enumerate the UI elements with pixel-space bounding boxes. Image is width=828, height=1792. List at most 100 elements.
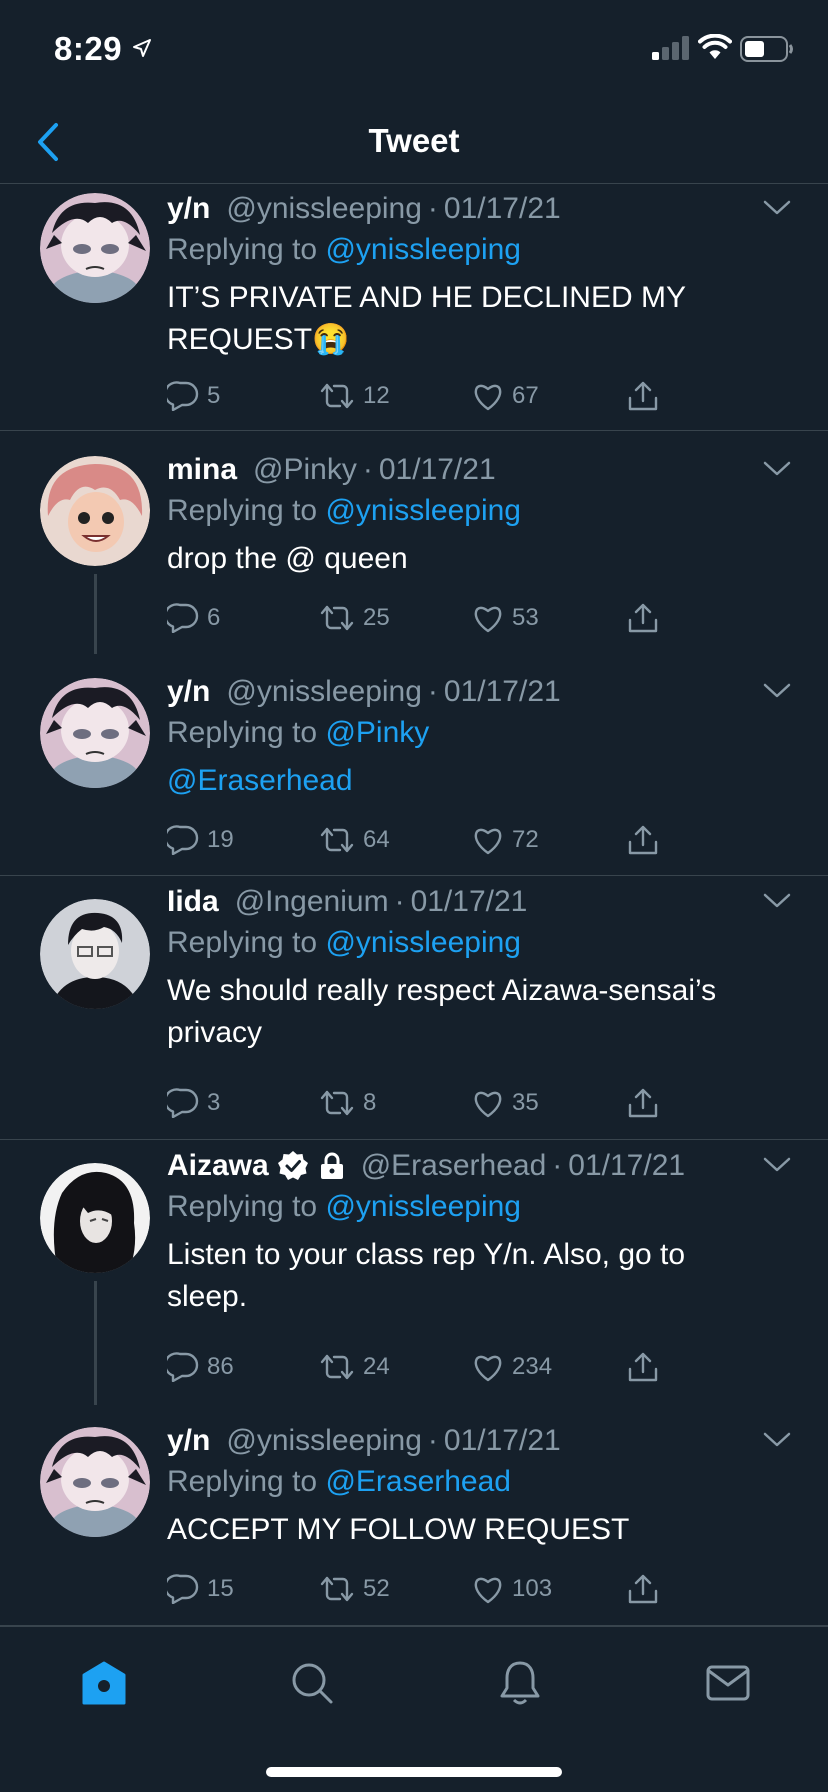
tweet-menu-button[interactable] bbox=[760, 1154, 794, 1176]
tweet[interactable]: mina @Pinky · 01/17/21 Replying to @ynis… bbox=[0, 432, 828, 654]
share-button[interactable] bbox=[627, 376, 667, 416]
reply-button[interactable]: 5 bbox=[167, 376, 220, 416]
tweet-text: ACCEPT MY FOLLOW REQUEST bbox=[167, 1513, 630, 1546]
share-button[interactable] bbox=[627, 598, 667, 638]
reply-to-link[interactable]: @Pinky bbox=[325, 716, 429, 749]
tweet[interactable]: Aizawa @Eraserhead · 01/17/21 Replying t… bbox=[0, 1141, 828, 1405]
share-button[interactable] bbox=[627, 1083, 667, 1123]
retweet-count: 8 bbox=[363, 1089, 377, 1116]
like-button[interactable]: 234 bbox=[472, 1347, 552, 1387]
retweet-button[interactable]: 12 bbox=[319, 376, 390, 416]
retweet-button[interactable]: 24 bbox=[319, 1347, 390, 1387]
tweet-text: Listen to your class rep Y/n. Also, go t… bbox=[167, 1238, 686, 1313]
retweet-button[interactable]: 25 bbox=[319, 598, 390, 638]
display-name[interactable]: y/n bbox=[167, 1423, 210, 1459]
like-count: 35 bbox=[512, 1089, 539, 1116]
reply-icon bbox=[167, 1088, 199, 1118]
reply-to-link[interactable]: @ynissleeping bbox=[325, 926, 521, 959]
chevron-down-icon bbox=[763, 461, 791, 476]
retweet-icon bbox=[320, 827, 354, 853]
tab-home[interactable] bbox=[74, 1653, 134, 1713]
user-handle[interactable]: @Pinky bbox=[253, 452, 357, 488]
avatar[interactable] bbox=[40, 1427, 150, 1537]
retweet-count: 64 bbox=[363, 826, 390, 853]
tweet-text[interactable]: @Eraserhead bbox=[167, 760, 767, 802]
chevron-down-icon bbox=[763, 200, 791, 215]
reply-icon bbox=[167, 825, 199, 855]
like-button[interactable]: 67 bbox=[472, 376, 539, 416]
retweet-count: 12 bbox=[363, 382, 390, 409]
tweet-menu-button[interactable] bbox=[760, 197, 794, 219]
share-icon bbox=[628, 1352, 658, 1382]
reply-to-link[interactable]: @ynissleeping bbox=[325, 1190, 521, 1223]
tweet[interactable]: y/n @ynissleeping · 01/17/21 Replying to… bbox=[0, 654, 828, 876]
reply-count: 6 bbox=[207, 604, 221, 631]
like-button[interactable]: 53 bbox=[472, 598, 539, 638]
reply-button[interactable]: 3 bbox=[167, 1083, 220, 1123]
like-count: 53 bbox=[512, 604, 539, 631]
retweet-button[interactable]: 64 bbox=[319, 820, 390, 860]
user-handle[interactable]: @ynissleeping bbox=[226, 191, 422, 227]
display-name[interactable]: mina bbox=[167, 452, 237, 488]
reply-button[interactable]: 86 bbox=[167, 1347, 234, 1387]
user-handle[interactable]: @Eraserhead bbox=[361, 1148, 547, 1184]
tab-search[interactable] bbox=[282, 1653, 342, 1713]
tweet-menu-button[interactable] bbox=[760, 680, 794, 702]
reply-icon bbox=[167, 1574, 199, 1604]
home-indicator[interactable] bbox=[266, 1767, 562, 1777]
like-button[interactable]: 103 bbox=[472, 1569, 552, 1609]
reply-to-link[interactable]: @ynissleeping bbox=[325, 494, 521, 527]
retweet-icon bbox=[320, 1354, 354, 1380]
reply-to-link[interactable]: @ynissleeping bbox=[325, 233, 521, 266]
user-handle[interactable]: @ynissleeping bbox=[226, 1423, 422, 1459]
wifi-icon bbox=[698, 34, 732, 59]
like-button[interactable]: 72 bbox=[472, 820, 539, 860]
tab-notifications[interactable] bbox=[490, 1653, 550, 1713]
replying-to: Replying to @Pinky bbox=[167, 715, 429, 751]
display-name[interactable]: y/n bbox=[167, 674, 210, 710]
avatar[interactable] bbox=[40, 1163, 150, 1273]
separator-dot: · bbox=[552, 1149, 563, 1182]
retweet-button[interactable]: 52 bbox=[319, 1569, 390, 1609]
reply-to-link[interactable]: @Eraserhead bbox=[325, 1465, 511, 1498]
display-name[interactable]: Aizawa bbox=[167, 1148, 269, 1184]
bell-icon bbox=[500, 1661, 540, 1705]
tweet-actions: 6 25 53 bbox=[167, 598, 667, 638]
reply-button[interactable]: 15 bbox=[167, 1569, 234, 1609]
tab-messages[interactable] bbox=[698, 1653, 758, 1713]
tweet[interactable]: y/n @ynissleeping · 01/17/21 Replying to… bbox=[0, 185, 828, 431]
share-button[interactable] bbox=[627, 1569, 667, 1609]
retweet-button[interactable]: 8 bbox=[319, 1083, 376, 1123]
tweet[interactable]: Iida @Ingenium · 01/17/21 Replying to @y… bbox=[0, 877, 828, 1140]
tweet-menu-button[interactable] bbox=[760, 890, 794, 912]
like-button[interactable]: 35 bbox=[472, 1083, 539, 1123]
reply-button[interactable]: 19 bbox=[167, 820, 234, 860]
share-button[interactable] bbox=[627, 1347, 667, 1387]
tweet-actions: 86 24 234 bbox=[167, 1347, 667, 1387]
retweet-icon bbox=[320, 605, 354, 631]
display-name[interactable]: y/n bbox=[167, 191, 210, 227]
search-icon bbox=[292, 1663, 333, 1704]
verified-badge-icon bbox=[277, 1150, 309, 1182]
location-arrow-icon bbox=[133, 39, 151, 57]
replying-to: Replying to @ynissleeping bbox=[167, 1189, 521, 1225]
retweet-count: 24 bbox=[363, 1353, 390, 1380]
user-handle[interactable]: @ynissleeping bbox=[226, 674, 422, 710]
avatar[interactable] bbox=[40, 899, 150, 1009]
avatar[interactable] bbox=[40, 678, 150, 788]
reply-button[interactable]: 6 bbox=[167, 598, 220, 638]
reply-count: 86 bbox=[207, 1353, 234, 1380]
share-button[interactable] bbox=[627, 820, 667, 860]
tweet-menu-button[interactable] bbox=[760, 1429, 794, 1451]
tweet-date: 01/17/21 bbox=[443, 1424, 561, 1457]
tweet-menu-button[interactable] bbox=[760, 458, 794, 480]
display-name[interactable]: Iida bbox=[167, 884, 219, 920]
user-handle[interactable]: @Ingenium bbox=[235, 884, 389, 920]
replying-to: Replying to @ynissleeping bbox=[167, 925, 521, 961]
retweet-icon bbox=[320, 1576, 354, 1602]
avatar[interactable] bbox=[40, 193, 150, 303]
avatar[interactable] bbox=[40, 456, 150, 566]
retweet-count: 25 bbox=[363, 604, 390, 631]
tweet-text: IT’S PRIVATE AND HE DECLINED MY REQUEST😭 bbox=[167, 281, 686, 356]
tweet[interactable]: y/n @ynissleeping · 01/17/21 Replying to… bbox=[0, 1405, 828, 1626]
